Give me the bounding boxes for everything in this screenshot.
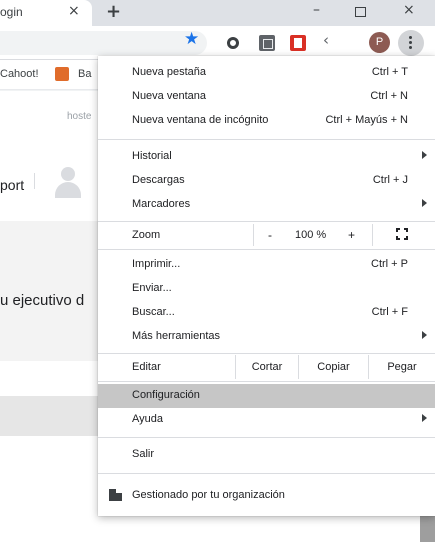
page-hoste-text: hoste: [67, 111, 92, 122]
menu-item-label: Marcadores: [132, 198, 191, 210]
minimize-button[interactable]: –: [313, 2, 320, 18]
menu-item-new-tab[interactable]: Nueva pestaña Ctrl + T: [98, 61, 435, 85]
menu-divider: [98, 381, 435, 382]
submenu-arrow-icon: [422, 199, 427, 207]
menu-item-label: Nueva ventana de incógnito: [132, 114, 269, 126]
menu-item-label: Descargas: [132, 174, 185, 186]
page-scrollbar[interactable]: [420, 516, 435, 542]
fullscreen-icon[interactable]: [396, 228, 408, 240]
tab-title: ogin: [0, 5, 23, 19]
tab-close-icon[interactable]: ×: [68, 3, 80, 19]
menu-item-shortcut: Ctrl + Mayús + N: [325, 114, 408, 126]
menu-item-shortcut: Ctrl + J: [372, 174, 408, 186]
menu-item-shortcut: Ctrl + F: [371, 306, 408, 318]
menu-item-bookmarks[interactable]: Marcadores: [98, 193, 435, 217]
menu-item-managed[interactable]: Gestionado por tu organización: [98, 484, 435, 508]
toolbar: ★ ‹ P: [0, 26, 435, 60]
user-silhouette-icon[interactable]: [55, 167, 81, 199]
menu-item-cast[interactable]: Enviar...: [98, 277, 435, 301]
menu-item-find[interactable]: Buscar... Ctrl + F: [98, 301, 435, 325]
menu-item-label: Enviar...: [132, 282, 172, 294]
page-ejecutivo-text: u ejecutivo d: [0, 292, 85, 309]
extension-red-icon[interactable]: [290, 35, 306, 51]
page-separator: [34, 173, 35, 189]
menu-item-history[interactable]: Historial: [98, 145, 435, 169]
menu-item-label: Buscar...: [132, 306, 175, 318]
menu-item-downloads[interactable]: Descargas Ctrl + J: [98, 169, 435, 193]
new-tab-button[interactable]: +: [106, 1, 121, 22]
paste-button[interactable]: Pegar: [368, 355, 435, 379]
menu-item-label: Nueva pestaña: [132, 66, 206, 78]
menu-item-print[interactable]: Imprimir... Ctrl + P: [98, 253, 435, 277]
menu-item-shortcut: Ctrl + N: [370, 90, 408, 102]
maximize-button[interactable]: [355, 7, 366, 17]
menu-item-label: Gestionado por tu organización: [132, 489, 285, 501]
menu-zoom-row: Zoom - 100 % +: [98, 222, 435, 248]
menu-item-label: Nueva ventana: [132, 90, 206, 102]
page-strip: [0, 396, 100, 436]
zoom-controls: - 100 % +: [253, 224, 373, 246]
bookmark-ba[interactable]: Ba: [78, 68, 91, 80]
menu-divider: [98, 473, 435, 474]
menu-item-label: Ayuda: [132, 413, 163, 425]
copy-button[interactable]: Copiar: [298, 355, 368, 379]
menu-item-incognito[interactable]: Nueva ventana de incógnito Ctrl + Mayús …: [98, 109, 435, 133]
menu-item-shortcut: Ctrl + T: [371, 66, 408, 78]
menu-item-exit[interactable]: Salir: [98, 443, 435, 467]
menu-item-shortcut: Ctrl + P: [371, 258, 408, 270]
window-close-button[interactable]: ×: [403, 2, 415, 18]
tab-strip: ogin × + – ×: [0, 0, 435, 26]
menu-edit-row: Editar Cortar Copiar Pegar: [98, 354, 435, 380]
menu-item-label: Configuración: [132, 389, 200, 401]
extension-gray-icon[interactable]: [259, 35, 275, 51]
star-icon[interactable]: ★: [184, 29, 199, 49]
extension-arrow-icon[interactable]: ‹: [323, 31, 339, 49]
menu-divider: [98, 437, 435, 438]
zoom-value: 100 %: [295, 229, 327, 241]
building-icon: [109, 489, 122, 501]
menu-item-settings[interactable]: Configuración: [98, 384, 435, 408]
edit-label: Editar: [132, 361, 161, 373]
menu-kebab-icon[interactable]: [398, 30, 424, 56]
extension-circle-icon[interactable]: [227, 37, 239, 49]
menu-divider: [98, 249, 435, 250]
page-support-text[interactable]: port: [0, 177, 24, 193]
bookmark-kahoot[interactable]: Cahoot!: [0, 68, 39, 80]
cut-button[interactable]: Cortar: [235, 355, 298, 379]
chrome-menu: Nueva pestaña Ctrl + T Nueva ventana Ctr…: [98, 56, 435, 516]
menu-item-label: Salir: [132, 448, 155, 460]
zoom-label: Zoom: [132, 229, 161, 241]
browser-tab[interactable]: ogin ×: [0, 0, 92, 26]
menu-item-label: Imprimir...: [132, 258, 181, 270]
zoom-in-button[interactable]: +: [348, 228, 355, 242]
bookmark-favicon-icon: [55, 67, 69, 81]
menu-item-more-tools[interactable]: Más herramientas: [98, 325, 435, 349]
profile-avatar-icon[interactable]: P: [369, 32, 390, 53]
page-banner: [0, 221, 100, 361]
menu-item-help[interactable]: Ayuda: [98, 408, 435, 432]
address-bar[interactable]: [0, 31, 207, 55]
menu-item-label: Más herramientas: [132, 330, 221, 342]
menu-item-label: Historial: [132, 150, 172, 162]
menu-divider: [98, 139, 435, 140]
zoom-out-button[interactable]: -: [268, 228, 272, 242]
submenu-arrow-icon: [422, 414, 427, 422]
submenu-arrow-icon: [422, 331, 427, 339]
menu-item-new-window[interactable]: Nueva ventana Ctrl + N: [98, 85, 435, 109]
submenu-arrow-icon: [422, 151, 427, 159]
